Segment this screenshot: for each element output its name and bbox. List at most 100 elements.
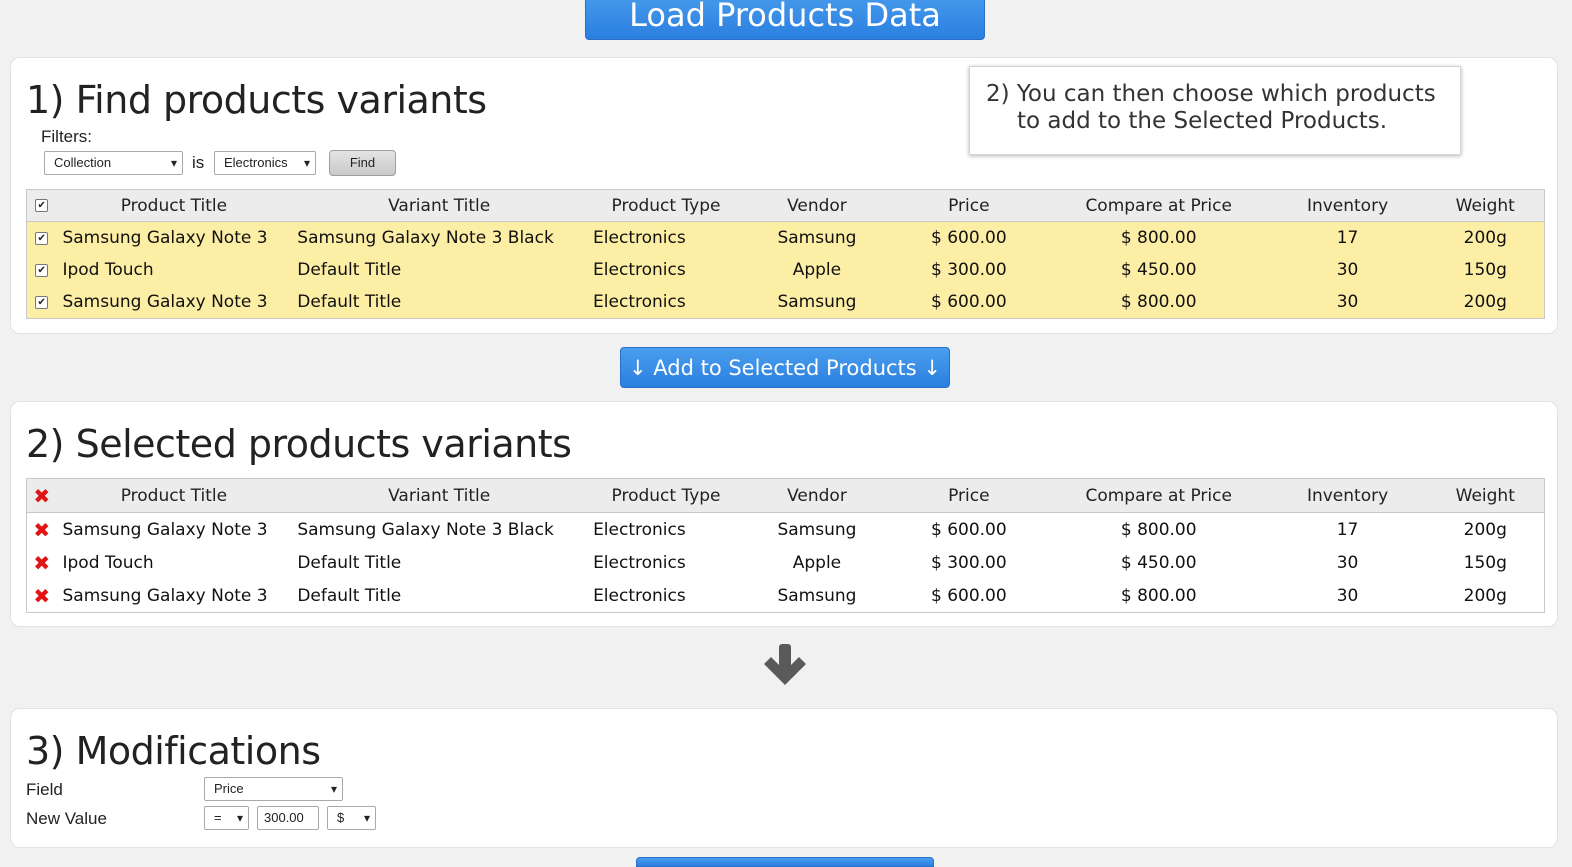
col-product-type[interactable]: Product Type <box>587 189 745 222</box>
filter-value-select[interactable]: Electronics <box>214 151 316 175</box>
table-header-row: ✔ Product Title Variant Title Product Ty… <box>26 189 1545 222</box>
col-price[interactable]: Price <box>888 478 1049 513</box>
cell-price: $ 300.00 <box>930 552 1007 573</box>
filter-field-value: Collection <box>54 155 112 170</box>
cell-vendor: Samsung <box>777 519 857 540</box>
cell-product-type: Electronics <box>593 519 686 540</box>
selected-products-title: 2) Selected products variants <box>26 422 572 466</box>
col-compare-price[interactable]: Compare at Price <box>1048 478 1269 513</box>
cell-product-type: Electronics <box>593 260 686 280</box>
cell-compare-price: $ 450.00 <box>1120 552 1197 573</box>
selected-products-panel: 2) Selected products variants ✖ Product … <box>10 401 1558 627</box>
cell-inventory: 30 <box>1336 260 1359 280</box>
col-compare-price[interactable]: Compare at Price <box>1048 189 1269 222</box>
cell-compare-price: $ 800.00 <box>1120 228 1197 248</box>
cell-product-title: Samsung Galaxy Note 3 <box>62 228 268 248</box>
arrow-down-icon <box>764 644 806 685</box>
new-value-input[interactable]: 300.00 <box>257 806 319 830</box>
load-products-button[interactable]: Load Products Data <box>585 0 985 40</box>
row-checkbox[interactable]: ✔ <box>27 254 57 286</box>
cell-compare-price: $ 800.00 <box>1120 292 1197 312</box>
remove-row-close-icon[interactable]: ✖ <box>27 513 57 547</box>
col-inventory[interactable]: Inventory <box>1268 189 1427 222</box>
remove-row-close-icon[interactable]: ✖ <box>27 546 57 579</box>
cell-vendor: Samsung <box>777 292 857 312</box>
unit-value: $ <box>337 810 345 825</box>
field-select[interactable]: Price <box>204 777 343 801</box>
filter-value-value: Electronics <box>224 155 288 170</box>
table-row[interactable]: ✔ Samsung Galaxy Note 3 Default Title El… <box>26 286 1545 319</box>
find-products-title: 1) Find products variants <box>26 78 487 122</box>
row-checkbox[interactable]: ✔ <box>27 222 57 255</box>
cell-weight: 150g <box>1463 260 1507 280</box>
cell-compare-price: $ 800.00 <box>1120 585 1197 606</box>
cell-weight: 200g <box>1463 519 1507 540</box>
cell-weight: 200g <box>1463 292 1507 312</box>
help-callout: 2) You can then choose which products to… <box>969 66 1461 155</box>
cell-compare-price: $ 450.00 <box>1120 260 1197 280</box>
cell-price: $ 600.00 <box>930 585 1007 606</box>
select-all-checkbox[interactable]: ✔ <box>26 189 57 222</box>
find-products-panel: 1) Find products variants 2) You can the… <box>10 57 1558 334</box>
callout-line-2: to add to the Selected Products. <box>1017 108 1388 134</box>
callout-line-1: 2) You can then choose which products <box>986 81 1436 107</box>
cell-variant-title: Default Title <box>297 585 402 606</box>
find-button[interactable]: Find <box>329 150 396 176</box>
cell-variant-title: Samsung Galaxy Note 3 Black <box>297 228 554 248</box>
cell-weight: 200g <box>1463 228 1507 248</box>
col-weight[interactable]: Weight <box>1426 189 1545 222</box>
add-to-selected-button[interactable]: ↓ Add to Selected Products ↓ <box>620 347 950 388</box>
cell-price: $ 600.00 <box>930 228 1007 248</box>
cell-vendor: Apple <box>792 552 842 573</box>
filter-field-select[interactable]: Collection <box>44 151 183 175</box>
col-price[interactable]: Price <box>888 189 1049 222</box>
cell-inventory: 30 <box>1336 292 1359 312</box>
cell-vendor: Samsung <box>777 228 857 248</box>
cell-product-type: Electronics <box>593 292 686 312</box>
cell-weight: 200g <box>1463 585 1507 606</box>
cell-vendor: Apple <box>792 260 842 280</box>
col-inventory[interactable]: Inventory <box>1268 478 1427 513</box>
new-value-label: New Value <box>26 809 107 828</box>
cell-product-title: Samsung Galaxy Note 3 <box>62 519 268 540</box>
col-product-title[interactable]: Product Title <box>56 478 292 513</box>
field-label: Field <box>26 780 63 799</box>
field-select-value: Price <box>214 781 244 796</box>
apply-button[interactable] <box>636 857 934 867</box>
cell-product-title: Samsung Galaxy Note 3 <box>62 292 268 312</box>
cell-product-type: Electronics <box>593 552 686 573</box>
table-row[interactable]: ✔ Ipod Touch Default Title Electronics A… <box>26 254 1545 286</box>
modifications-title: 3) Modifications <box>26 729 321 773</box>
col-vendor[interactable]: Vendor <box>744 189 889 222</box>
col-product-title[interactable]: Product Title <box>56 189 292 222</box>
cell-vendor: Samsung <box>777 585 857 606</box>
cell-compare-price: $ 800.00 <box>1120 519 1197 540</box>
cell-product-title: Samsung Galaxy Note 3 <box>62 585 268 606</box>
remove-all-close-icon[interactable]: ✖ <box>26 478 57 513</box>
operator-value: = <box>214 810 222 825</box>
cell-variant-title: Default Title <box>297 552 402 573</box>
col-variant-title[interactable]: Variant Title <box>291 189 588 222</box>
cell-inventory: 17 <box>1336 519 1359 540</box>
table-row: ✖ Samsung Galaxy Note 3 Samsung Galaxy N… <box>27 513 1545 547</box>
cell-product-type: Electronics <box>593 585 686 606</box>
col-vendor[interactable]: Vendor <box>744 478 889 513</box>
cell-inventory: 30 <box>1336 585 1359 606</box>
filter-operator-label: is <box>192 153 205 172</box>
table-header-row: ✖ Product Title Variant Title Product Ty… <box>26 478 1545 513</box>
unit-select[interactable]: $ <box>327 806 376 830</box>
table-row[interactable]: ✔ Samsung Galaxy Note 3 Samsung Galaxy N… <box>26 221 1545 255</box>
cell-inventory: 30 <box>1336 552 1359 573</box>
cell-variant-title: Samsung Galaxy Note 3 Black <box>297 519 554 540</box>
col-weight[interactable]: Weight <box>1426 478 1545 513</box>
col-product-type[interactable]: Product Type <box>587 478 745 513</box>
cell-price: $ 600.00 <box>930 292 1007 312</box>
remove-row-close-icon[interactable]: ✖ <box>27 579 57 613</box>
row-checkbox[interactable]: ✔ <box>27 286 57 319</box>
col-variant-title[interactable]: Variant Title <box>291 478 588 513</box>
operator-select[interactable]: = <box>204 806 249 830</box>
table-row: ✖ Ipod Touch Default Title Electronics A… <box>27 546 1545 579</box>
selected-variants-table: ✖ Product Title Variant Title Product Ty… <box>26 478 1545 613</box>
table-row: ✖ Samsung Galaxy Note 3 Default Title El… <box>27 579 1545 613</box>
cell-price: $ 300.00 <box>930 260 1007 280</box>
